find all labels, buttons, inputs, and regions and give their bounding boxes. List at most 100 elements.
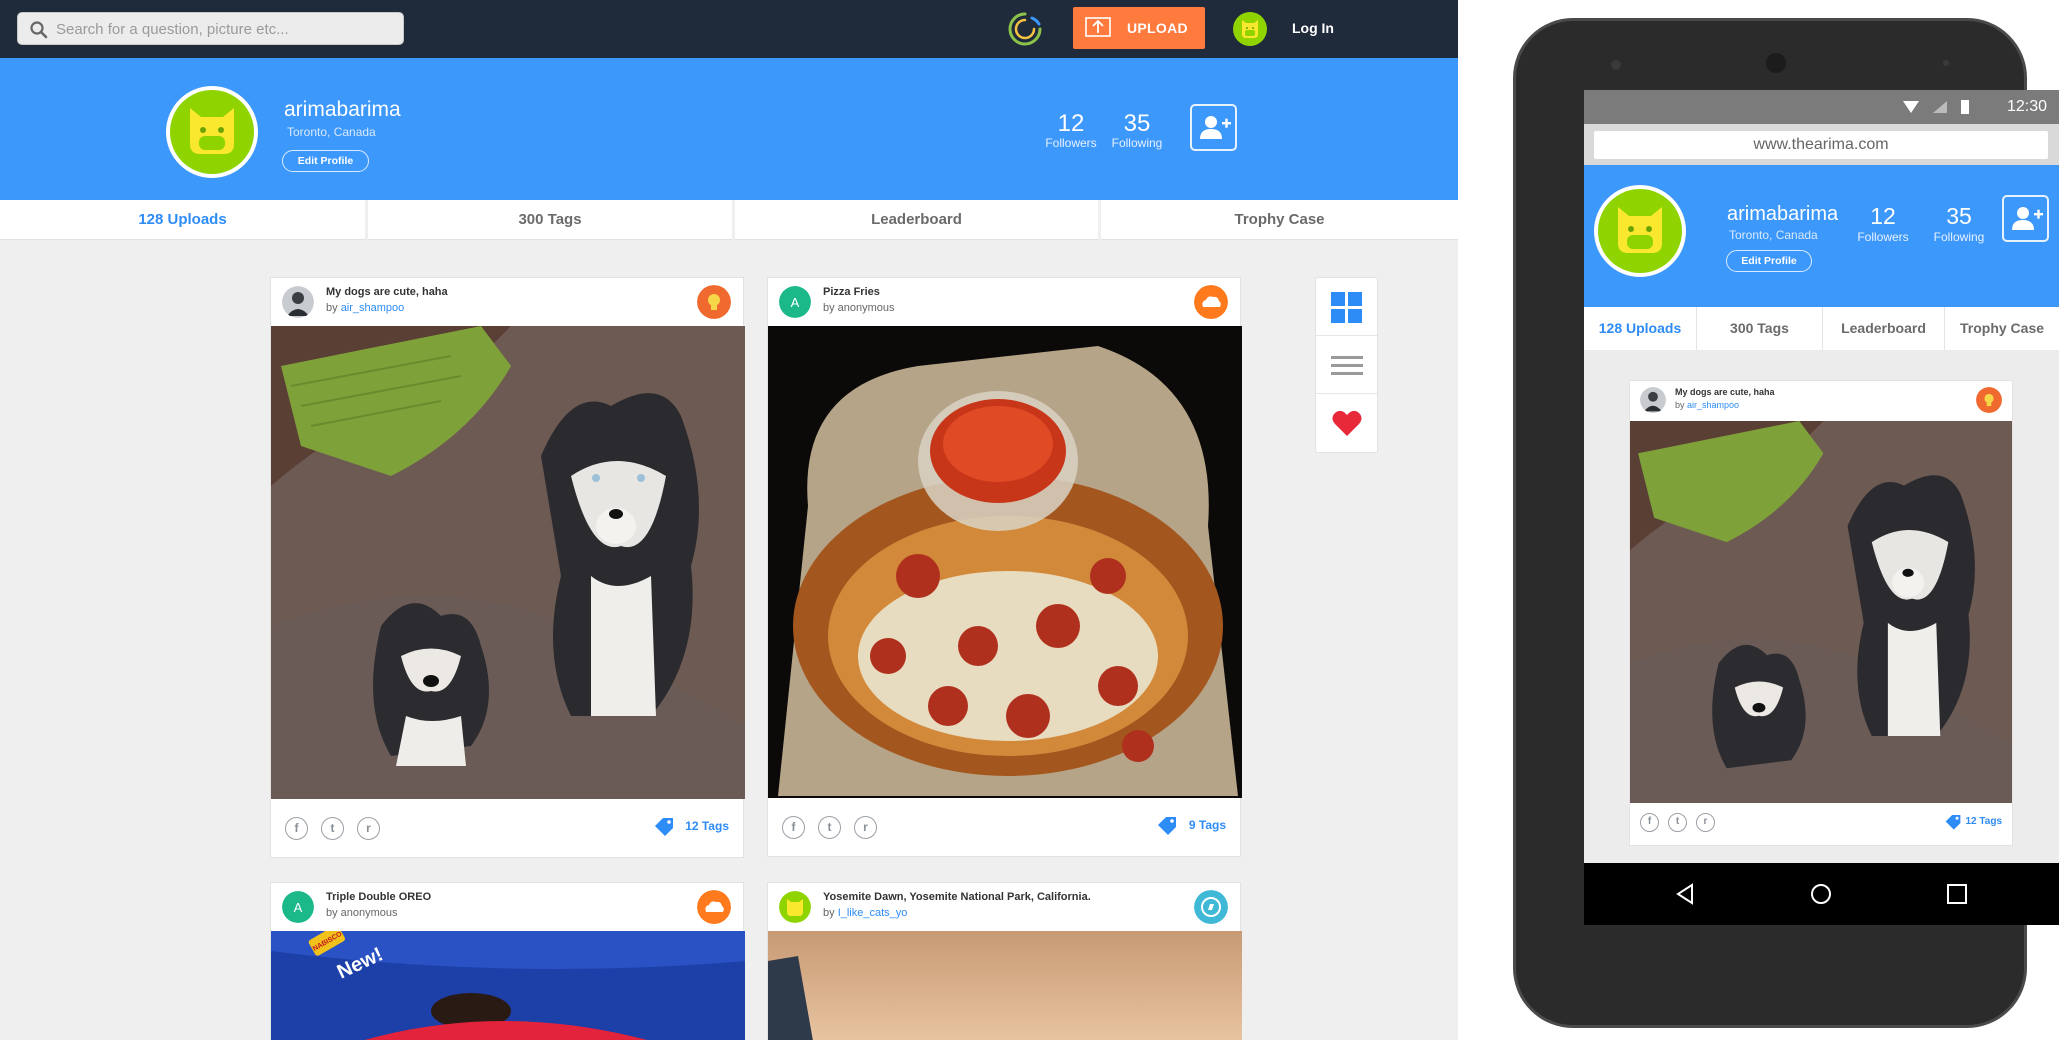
upload-card[interactable]: Yosemite Dawn, Yosemite National Park, C… — [767, 882, 1242, 1040]
tab-uploads[interactable]: 128 Uploads — [0, 200, 365, 240]
lightbulb-icon — [1976, 387, 2002, 413]
anonymous-avatar[interactable]: A — [779, 286, 811, 318]
card-footer: f t r 9 Tags — [768, 798, 1240, 856]
profile-name: arimabarima — [1727, 203, 1839, 225]
profile-location: Toronto, Canada — [287, 125, 376, 139]
card-image[interactable]: NABISCO New! — [271, 931, 745, 1040]
tag-count[interactable]: 9 Tags — [1189, 818, 1226, 832]
author-avatar[interactable] — [282, 286, 314, 318]
upload-card[interactable]: My dogs are cute, haha by air_shampoo f … — [1629, 380, 2013, 846]
pizza-fries-photo — [768, 326, 1242, 798]
lightbulb-icon — [697, 285, 731, 319]
status-icons — [1903, 100, 1969, 114]
svg-text:A: A — [791, 295, 800, 310]
cloud-icon — [1194, 285, 1228, 319]
user-avatar-icon[interactable] — [1233, 12, 1267, 46]
card-header: A Pizza Fries by anonymous — [768, 278, 1240, 326]
author-avatar[interactable] — [779, 891, 811, 923]
card-image[interactable] — [1630, 421, 2012, 803]
heart-icon — [1332, 410, 1362, 436]
oreo-package-photo: NABISCO New! — [271, 931, 745, 1040]
list-icon — [1331, 356, 1363, 375]
edit-profile-button[interactable]: Edit Profile — [282, 150, 369, 172]
card-title: Yosemite Dawn, Yosemite National Park, C… — [823, 891, 1091, 903]
top-nav-bar: Search for a question, picture etc... UP… — [0, 0, 1458, 58]
back-icon[interactable] — [1674, 883, 1696, 905]
author-link[interactable]: air_shampoo — [1687, 400, 1739, 410]
phone-profile-tabs: 128 Uploads 300 Tags Leaderboard Trophy … — [1584, 307, 2059, 350]
card-image[interactable] — [768, 326, 1242, 798]
home-icon[interactable] — [1810, 883, 1832, 905]
twitter-share-icon[interactable]: t — [321, 817, 344, 840]
followers-count: 12 — [1870, 203, 1896, 229]
anonymous-avatar[interactable]: A — [282, 891, 314, 923]
follow-button[interactable] — [1190, 104, 1237, 151]
tab-uploads[interactable]: 128 Uploads — [1584, 307, 1696, 350]
followers-label: Followers — [1857, 230, 1909, 244]
card-title: My dogs are cute, haha — [1675, 387, 1775, 397]
followers-count: 12 — [1057, 110, 1085, 137]
tab-trophy-case[interactable]: Trophy Case — [1944, 307, 2059, 350]
upload-icon — [1085, 17, 1111, 37]
followers-stat[interactable]: 12 Followers — [1038, 110, 1104, 150]
card-author: by air_shampoo — [326, 302, 405, 314]
login-link[interactable]: Log In — [1292, 20, 1334, 36]
tag-icon — [655, 818, 673, 836]
tab-trophy-case[interactable]: Trophy Case — [1101, 200, 1458, 240]
upload-card[interactable]: My dogs are cute, haha by air_shampoo f … — [270, 277, 745, 858]
followers-label: Followers — [1045, 136, 1097, 150]
tag-icon — [1945, 814, 1961, 830]
profile-avatar-icon — [166, 86, 258, 178]
following-count: 35 — [1123, 110, 1151, 137]
author-avatar[interactable] — [1640, 387, 1666, 413]
svg-text:A: A — [294, 900, 303, 915]
upload-button[interactable]: UPLOAD — [1073, 7, 1205, 49]
card-title: My dogs are cute, haha — [326, 286, 448, 298]
card-image[interactable] — [768, 931, 1242, 1040]
url-field[interactable]: www.thearima.com — [1594, 131, 2048, 159]
twitter-share-icon[interactable]: t — [818, 816, 841, 839]
author-link[interactable]: I_like_cats_yo — [838, 907, 908, 919]
grid-view-button[interactable] — [1316, 278, 1377, 336]
add-user-icon — [2012, 207, 2043, 230]
view-switcher — [1315, 277, 1378, 453]
card-author: by I_like_cats_yo — [823, 907, 908, 919]
recents-icon[interactable] — [1946, 883, 1968, 905]
card-footer: f t r 12 Tags — [271, 799, 743, 857]
card-image[interactable] — [271, 326, 745, 799]
tab-leaderboard[interactable]: Leaderboard — [1822, 307, 1944, 350]
search-input[interactable]: Search for a question, picture etc... — [17, 12, 404, 45]
follow-button[interactable] — [2002, 195, 2049, 242]
reddit-share-icon[interactable]: r — [1696, 813, 1715, 832]
tag-count[interactable]: 12 Tags — [1966, 816, 2003, 827]
list-view-button[interactable] — [1316, 336, 1377, 394]
profile-avatar-icon — [1594, 185, 1686, 277]
husky-dogs-photo — [271, 326, 745, 799]
edit-profile-button[interactable]: Edit Profile — [1726, 250, 1812, 272]
upload-card[interactable]: A Pizza Fries by anonymous f t r 9 Tags — [767, 277, 1242, 857]
twitter-share-icon[interactable]: t — [1668, 813, 1687, 832]
tag-count[interactable]: 12 Tags — [685, 819, 729, 833]
reddit-share-icon[interactable]: r — [357, 817, 380, 840]
phone-earpiece — [1611, 53, 1949, 73]
tab-tags[interactable]: 300 Tags — [1696, 307, 1822, 350]
phone-address-bar: www.thearima.com — [1584, 124, 2059, 165]
card-title: Triple Double OREO — [326, 891, 432, 903]
following-stat[interactable]: 35 Following — [1928, 203, 1990, 244]
profile-tabs: 128 Uploads 300 Tags Leaderboard Trophy … — [0, 200, 1458, 240]
upload-card[interactable]: A Triple Double OREO by anonymous NABISC… — [270, 882, 745, 1040]
author-link[interactable]: air_shampoo — [341, 302, 405, 314]
facebook-share-icon[interactable]: f — [285, 817, 308, 840]
tab-tags[interactable]: 300 Tags — [368, 200, 732, 240]
tab-leaderboard[interactable]: Leaderboard — [735, 200, 1098, 240]
mobile-preview: 12:30 www.thearima.com arimabarima Toron… — [1458, 0, 2065, 1040]
reddit-share-icon[interactable]: r — [854, 816, 877, 839]
facebook-share-icon[interactable]: f — [1640, 813, 1659, 832]
facebook-share-icon[interactable]: f — [782, 816, 805, 839]
card-author: by air_shampoo — [1675, 400, 1740, 410]
profile-name: arimabarima — [284, 98, 401, 121]
following-stat[interactable]: 35 Following — [1104, 110, 1170, 150]
favorites-button[interactable] — [1316, 394, 1377, 452]
card-author: by anonymous — [823, 302, 895, 314]
followers-stat[interactable]: 12 Followers — [1854, 203, 1912, 244]
